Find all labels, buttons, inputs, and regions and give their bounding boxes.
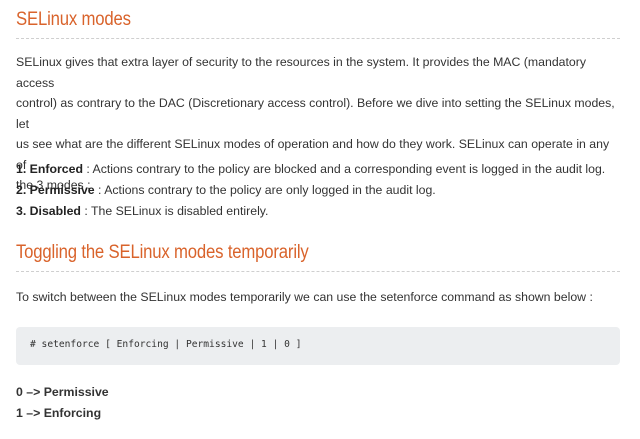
- mode-description: : Actions contrary to the policy are blo…: [82, 162, 606, 176]
- mode-label: 3. Disabled: [16, 204, 81, 218]
- mode-label: 2. Permissive: [16, 183, 95, 197]
- list-item: 2. Permissive : Actions contrary to the …: [16, 180, 620, 201]
- heading-divider: [16, 271, 620, 272]
- section-heading-toggling: Toggling the SELinux modes temporarily: [16, 242, 309, 263]
- mode-description: : Actions contrary to the policy are onl…: [94, 183, 436, 197]
- mode-label: 1. Enforced: [16, 162, 83, 176]
- intro-line: SELinux gives that extra layer of securi…: [16, 55, 587, 90]
- mapping-line-enforcing: 1 –> Enforcing: [16, 406, 102, 420]
- intro-line: control) as contrary to the DAC (Discret…: [16, 96, 615, 131]
- toggle-intro-paragraph: To switch between the SELinux modes temp…: [16, 290, 593, 304]
- list-item: 1. Enforced : Actions contrary to the po…: [16, 159, 620, 180]
- modes-list: 1. Enforced : Actions contrary to the po…: [16, 159, 620, 222]
- heading-divider: [16, 38, 620, 39]
- code-block: # setenforce [ Enforcing | Permissive | …: [16, 327, 620, 365]
- list-item: 3. Disabled : The SELinux is disabled en…: [16, 201, 620, 222]
- section-heading-selinux-modes: SELinux modes: [16, 9, 131, 30]
- mode-description: : The SELinux is disabled entirely.: [80, 204, 269, 218]
- code-text[interactable]: # setenforce [ Enforcing | Permissive | …: [30, 339, 301, 350]
- mapping-line-permissive: 0 –> Permissive: [16, 385, 109, 399]
